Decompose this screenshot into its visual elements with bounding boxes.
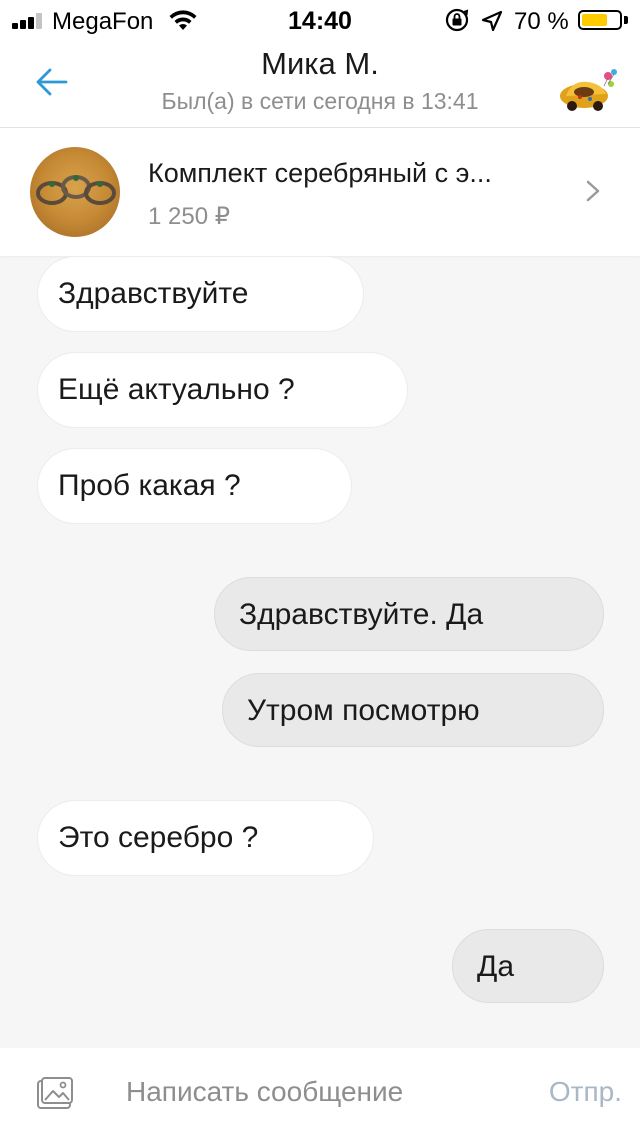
message-text: Да (477, 950, 515, 983)
message-outgoing[interactable]: Утром посмотрю (222, 673, 604, 747)
product-price: 1 250 ₽ (148, 203, 230, 230)
product-title: Комплект серебряный с э... (148, 158, 492, 188)
contact-name[interactable]: Мика М. (0, 46, 640, 82)
message-incoming[interactable]: Здравствуйте (38, 257, 363, 331)
message-incoming[interactable]: Это серебро ? (38, 801, 373, 875)
orientation-lock-icon (445, 8, 469, 32)
message-input[interactable] (110, 1068, 510, 1116)
send-button[interactable]: Отпр. (528, 1070, 628, 1114)
battery-percent: 70 % (514, 8, 569, 35)
location-icon (481, 10, 503, 32)
last-seen-status: Был(а) в сети сегодня в 13:41 (161, 88, 479, 114)
message-incoming[interactable]: Проб какая ? (38, 449, 351, 523)
battery-level-fill (582, 14, 607, 26)
message-composer: Отпр. (0, 1048, 640, 1136)
product-thumbnail (30, 147, 120, 237)
message-text: Проб какая ? (58, 469, 241, 502)
message-outgoing[interactable]: Здравствуйте. Да (214, 577, 604, 651)
message-text: Здравствуйте (58, 277, 249, 310)
status-bar: MegaFon 14:40 70 % (0, 0, 640, 40)
message-incoming[interactable]: Ещё актуально ? (38, 353, 407, 427)
chevron-right-icon[interactable] (582, 176, 604, 206)
message-text: Здравствуйте. Да (239, 598, 484, 631)
chat-header: Мика М. Был(а) в сети сегодня в 13:41 (0, 40, 640, 128)
message-text: Это серебро ? (58, 821, 259, 854)
user-avatar[interactable] (558, 66, 618, 114)
product-card[interactable]: Комплект серебряный с э... 1 250 ₽ (0, 128, 640, 256)
message-outgoing[interactable]: Да (452, 929, 604, 1003)
battery-icon (578, 10, 622, 30)
battery-tip (624, 16, 628, 24)
message-text: Ещё актуально ? (58, 373, 295, 406)
message-text: Утром посмотрю (247, 694, 480, 727)
attach-photo-icon[interactable] (36, 1076, 74, 1110)
